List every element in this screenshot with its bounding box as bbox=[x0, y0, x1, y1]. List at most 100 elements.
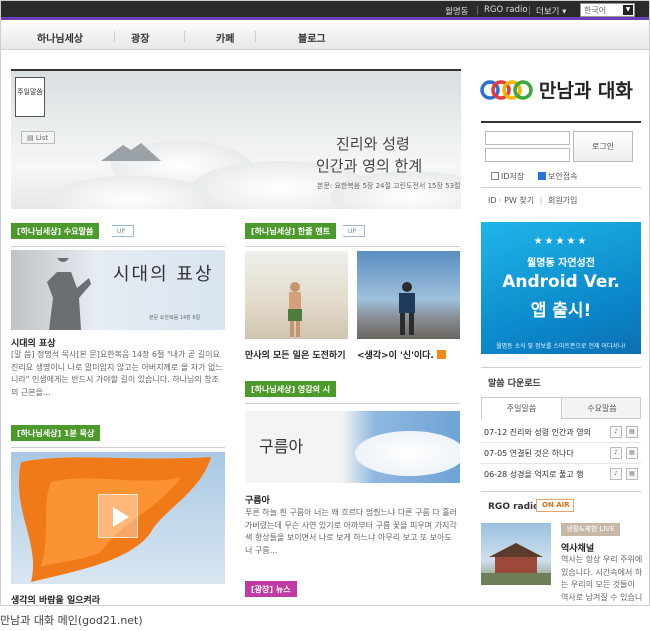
list-button[interactable]: ▤ List bbox=[21, 131, 55, 144]
tab-wednesday-sermon[interactable]: 수요말씀 bbox=[562, 398, 642, 419]
document-download-icon[interactable]: ▤ bbox=[626, 468, 638, 480]
document-download-icon[interactable]: ▤ bbox=[626, 447, 638, 459]
jesus-statue-icon bbox=[47, 258, 91, 330]
android-app-banner[interactable]: ★★★★★ 월명동 자연성전 Android Ver. 앱 출시! 월명동 소식… bbox=[481, 222, 641, 354]
divider bbox=[477, 6, 478, 15]
tab-sunday-sermon[interactable]: 주일말씀 bbox=[482, 398, 562, 419]
divider bbox=[481, 187, 641, 188]
hiker-figure-icon bbox=[399, 282, 415, 335]
sermon-title[interactable]: 시대의 표상 bbox=[11, 336, 56, 349]
document-download-icon[interactable]: ▤ bbox=[626, 426, 638, 438]
meditation-title[interactable]: 생각의 바람을 일으켜라 bbox=[11, 593, 100, 605]
palace-roof-icon bbox=[481, 543, 551, 585]
id-save-label: ID저장 bbox=[501, 172, 525, 181]
main-content: 주일말씀 ▤ List 진리와 성령 인간과 영의 한계 본문: 요한복음 5장… bbox=[1, 51, 649, 605]
sermon-image[interactable]: 시대의 표상 본문 요한복음 14장 6절 bbox=[11, 250, 225, 330]
up-tag: UP bbox=[343, 225, 365, 237]
divider bbox=[481, 121, 641, 123]
play-icon bbox=[113, 507, 129, 527]
ment-item-1-title[interactable]: 만사의 모든 일은 도전하기 bbox=[245, 348, 345, 361]
meditation-video-thumbnail[interactable] bbox=[11, 452, 225, 584]
rings-logo-icon bbox=[480, 79, 533, 100]
one-minute-meditation-badge[interactable]: [하나님세상] 1분 묵상 bbox=[11, 425, 101, 441]
nav-item-blog[interactable]: 블로그 bbox=[298, 30, 326, 45]
wednesday-sermon-badge[interactable]: [하나님세상] 수요말씀 bbox=[11, 223, 100, 239]
divider bbox=[255, 31, 256, 42]
top-utility-bar: 월명동 RGO radio 더보기 ▾ 한국어 ▼ bbox=[1, 1, 649, 20]
poem-image[interactable]: 구름아 bbox=[245, 411, 460, 483]
ment-image-2[interactable] bbox=[357, 251, 460, 339]
android-banner-line-2: Android Ver. bbox=[502, 272, 620, 292]
divider bbox=[11, 447, 225, 448]
password-input[interactable] bbox=[485, 148, 570, 162]
cloud-shape bbox=[355, 431, 460, 476]
live-tag: 생활&체험 LIVE bbox=[561, 523, 620, 536]
divider bbox=[11, 246, 225, 247]
id-save-checkbox[interactable]: ID저장 bbox=[491, 171, 524, 182]
image-caption: 만남과 대화 메인(god21.net) bbox=[0, 614, 143, 627]
rss-icon bbox=[436, 350, 446, 359]
nav-item-plaza[interactable]: 광장 bbox=[131, 30, 149, 45]
divider bbox=[481, 367, 641, 368]
divider bbox=[481, 491, 641, 492]
audio-download-icon[interactable]: ♪ bbox=[610, 426, 622, 438]
account-links: ID · PW 찾기 | 회원가입 bbox=[488, 195, 577, 206]
audio-download-icon[interactable]: ♪ bbox=[610, 468, 622, 480]
android-banner-line-1: 월명동 자연성전 bbox=[527, 258, 595, 269]
language-select[interactable]: 한국어 ▼ bbox=[580, 3, 635, 17]
download-item[interactable]: 07-12 진리와 성령 인간과 영의 bbox=[484, 427, 591, 438]
chevron-down-icon: ▼ bbox=[623, 5, 633, 15]
download-section-title: 말씀 다운로드 bbox=[488, 379, 541, 389]
radio-channel-title[interactable]: 역사채널 bbox=[561, 541, 594, 554]
plaza-news-badge[interactable]: [광장] 뉴스 bbox=[245, 581, 297, 597]
divider bbox=[184, 31, 185, 42]
site-logo[interactable]: 만남과 대화 bbox=[480, 76, 633, 103]
signup-link[interactable]: 회원가입 bbox=[548, 196, 577, 205]
nav-item-god-world[interactable]: 하나님세상 bbox=[37, 30, 83, 45]
topbar-link-rgo-radio[interactable]: RGO radio bbox=[484, 5, 528, 15]
audio-download-icon[interactable]: ♪ bbox=[610, 447, 622, 459]
nav-item-cafe[interactable]: 카페 bbox=[216, 30, 234, 45]
page-frame: 월명동 RGO radio 더보기 ▾ 한국어 ▼ 하나님세상 광장 카페 블로… bbox=[0, 0, 650, 606]
play-button[interactable] bbox=[98, 494, 138, 538]
divider bbox=[245, 403, 460, 404]
find-id-pw-link[interactable]: ID · PW 찾기 bbox=[488, 196, 534, 205]
one-line-ment-badge[interactable]: [하나님세상] 한줄 멘트 bbox=[245, 223, 337, 239]
ment-item-2-title[interactable]: <생각>이 '신'이다. bbox=[357, 348, 446, 361]
android-banner-line-4: 월명동 소식 및 정보를 스마트폰으로 언제 어디서나! bbox=[496, 343, 626, 350]
sunday-sermon-banner[interactable]: 주일말씀 ▤ List 진리와 성령 인간과 영의 한계 본문: 요한복음 5장… bbox=[11, 69, 461, 209]
topbar-link-more[interactable]: 더보기 ▾ bbox=[536, 5, 566, 17]
ment-item-2-label: <생각>이 '신'이다. bbox=[357, 351, 434, 361]
sermon-image-subtitle: 본문 요한복음 14장 6절 bbox=[149, 315, 201, 321]
checkbox-box bbox=[491, 172, 499, 180]
login-button[interactable]: 로그인 bbox=[573, 131, 633, 162]
hero-title-line-1: 진리와 성령 bbox=[336, 135, 410, 153]
radio-channel-description: 역사는 항상 우리 주위에 있습니다. 시간속에서 하는 우리의 모든 것들이 … bbox=[561, 554, 643, 605]
poem-description: 푸른 하늘 흰 구름아 너는 왜 흐르다 멈췄느냐 다른 구름 다 흘러가버렸는… bbox=[245, 508, 457, 555]
topbar-link-wolmyeongdong[interactable]: 월명동 bbox=[445, 5, 468, 17]
list-icon: ▤ bbox=[27, 134, 36, 142]
hero-reference: 본문: 요한복음 5장 24절 고린도전서 15장 53절 bbox=[317, 182, 461, 190]
ment-image-1[interactable] bbox=[245, 251, 348, 339]
poem-image-title: 구름아 bbox=[259, 437, 304, 456]
child-figure-icon bbox=[288, 282, 302, 337]
inspiration-poem-badge[interactable]: [하나님세상] 영감의 시 bbox=[245, 381, 337, 397]
divider bbox=[114, 31, 115, 42]
download-item[interactable]: 07-05 연결된 것은 하나다 bbox=[484, 448, 574, 459]
hero-title-line-2: 인간과 영의 한계 bbox=[316, 157, 423, 175]
poem-title[interactable]: 구름아 bbox=[245, 493, 270, 506]
divider bbox=[529, 6, 530, 15]
divider: | bbox=[539, 196, 543, 205]
divider bbox=[481, 442, 641, 443]
radio-program-image[interactable] bbox=[481, 523, 551, 585]
secure-login-checkbox[interactable]: 보안접속 bbox=[538, 171, 577, 182]
download-item[interactable]: 06-28 성경을 억지로 풀고 행 bbox=[484, 469, 584, 480]
checkbox-checked bbox=[538, 172, 546, 180]
sermon-image-title: 시대의 표상 bbox=[113, 264, 214, 285]
id-input[interactable] bbox=[485, 131, 570, 145]
divider bbox=[245, 246, 460, 247]
secure-login-label: 보안접속 bbox=[548, 172, 578, 181]
on-air-badge: ON AIR bbox=[536, 499, 574, 512]
radio-section-title[interactable]: RGO radio bbox=[488, 502, 539, 512]
android-banner-line-3: 앱 출시! bbox=[530, 301, 592, 321]
